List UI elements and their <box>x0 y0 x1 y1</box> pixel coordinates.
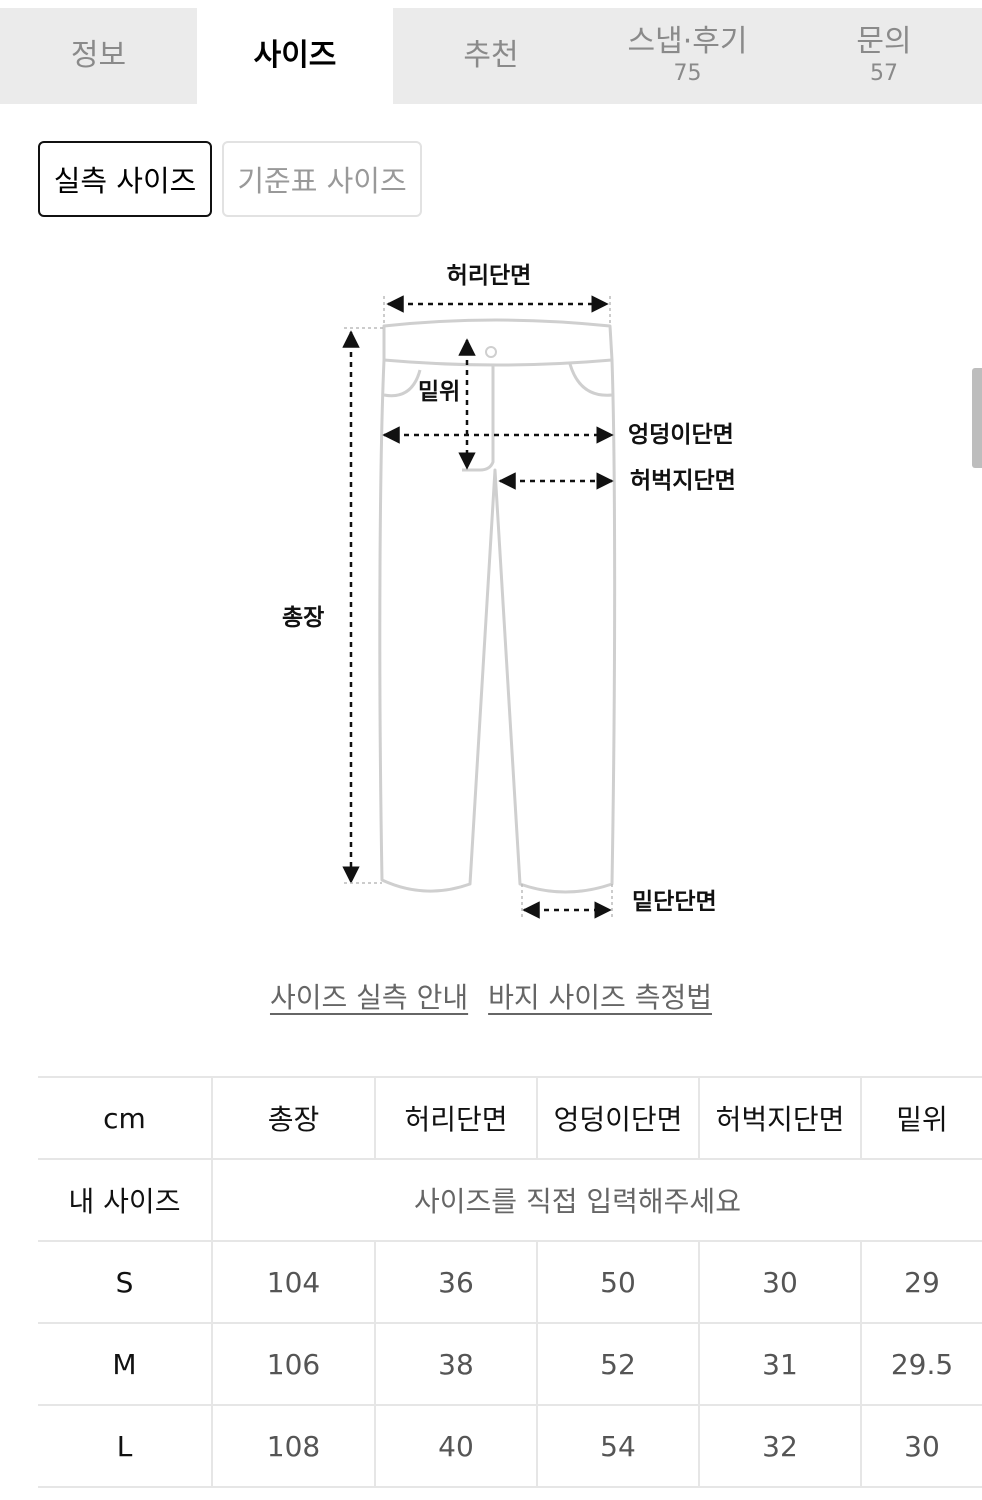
table-cell: 30 <box>860 1404 982 1488</box>
table-row: S 104 36 50 30 29 <box>38 1240 982 1324</box>
waist-label: 허리단면 <box>447 263 532 289</box>
header-cell: 허리단면 <box>374 1076 537 1160</box>
table-cell: 52 <box>536 1322 699 1406</box>
size-measure-guide-link[interactable]: 사이즈 실측 안내 <box>270 976 468 1016</box>
table-cell: 106 <box>211 1322 375 1406</box>
tab-snap-review[interactable]: 스냅·후기 75 <box>589 8 786 104</box>
size-name-cell: S <box>38 1240 212 1324</box>
table-cell: 30 <box>698 1240 861 1324</box>
my-size-row[interactable]: 내 사이즈 사이즈를 직접 입력해주세요 <box>38 1158 982 1242</box>
table-cell: 40 <box>374 1404 537 1488</box>
table-cell: 36 <box>374 1240 537 1324</box>
table-cell: 54 <box>536 1404 699 1488</box>
tab-snap-review-label: 스냅·후기 <box>627 24 748 59</box>
tab-recommend[interactable]: 추천 <box>393 8 589 104</box>
table-row: M 106 38 52 31 29.5 <box>38 1322 982 1406</box>
tab-size[interactable]: 사이즈 <box>197 8 393 104</box>
header-cell: 밑위 <box>860 1076 982 1160</box>
length-label: 총장 <box>282 605 324 631</box>
tab-info-label: 정보 <box>70 38 127 73</box>
table-cell: 31 <box>698 1322 861 1406</box>
pants-outline <box>378 318 617 894</box>
tab-inquiry[interactable]: 문의 57 <box>786 8 982 104</box>
tab-recommend-label: 추천 <box>463 38 519 73</box>
size-table: cm 총장 허리단면 엉덩이단면 허벅지단면 밑위 내 사이즈 사이즈를 직접 … <box>38 1076 982 1488</box>
hem-label: 밑단단면 <box>632 889 717 915</box>
tab-bar: 정보 사이즈 추천 스냅·후기 75 문의 57 <box>0 8 982 104</box>
header-cell: 허벅지단면 <box>698 1076 861 1160</box>
header-cell: 총장 <box>211 1076 375 1160</box>
rise-label: 밑위 <box>418 379 460 405</box>
table-cell: 108 <box>211 1404 375 1488</box>
standard-size-label: 기준표 사이즈 <box>237 164 407 198</box>
tab-inquiry-label: 문의 <box>856 24 912 59</box>
standard-size-button[interactable]: 기준표 사이즈 <box>222 141 422 217</box>
table-header-row: cm 총장 허리단면 엉덩이단면 허벅지단면 밑위 <box>38 1076 982 1160</box>
pants-measurement-diagram: 허리단면 밑위 엉덩이단면 허벅지단면 총장 밑단단면 <box>282 263 736 919</box>
table-cell: 104 <box>211 1240 375 1324</box>
table-row: L 108 40 54 32 30 <box>38 1404 982 1488</box>
my-size-label: 내 사이즈 <box>38 1158 212 1242</box>
header-cell: cm <box>38 1076 212 1160</box>
tab-inquiry-count: 57 <box>870 61 898 86</box>
tab-size-label: 사이즈 <box>253 38 337 73</box>
actual-size-button[interactable]: 실측 사이즈 <box>38 141 212 217</box>
hip-label: 엉덩이단면 <box>628 422 734 448</box>
table-cell: 29 <box>860 1240 982 1324</box>
table-cell: 32 <box>698 1404 861 1488</box>
table-cell: 38 <box>374 1322 537 1406</box>
header-cell: 엉덩이단면 <box>536 1076 699 1160</box>
thigh-label: 허벅지단면 <box>630 468 736 494</box>
size-guide-links: 사이즈 실측 안내 바지 사이즈 측정법 <box>0 976 982 1016</box>
actual-size-label: 실측 사이즈 <box>53 164 197 198</box>
my-size-input-prompt[interactable]: 사이즈를 직접 입력해주세요 <box>211 1158 982 1242</box>
tab-snap-review-count: 75 <box>673 61 702 86</box>
table-cell: 50 <box>536 1240 699 1324</box>
size-name-cell: M <box>38 1322 212 1406</box>
size-name-cell: L <box>38 1404 212 1488</box>
pants-measure-method-link[interactable]: 바지 사이즈 측정법 <box>488 976 712 1016</box>
table-cell: 29.5 <box>860 1322 982 1406</box>
tab-info[interactable]: 정보 <box>0 8 197 104</box>
